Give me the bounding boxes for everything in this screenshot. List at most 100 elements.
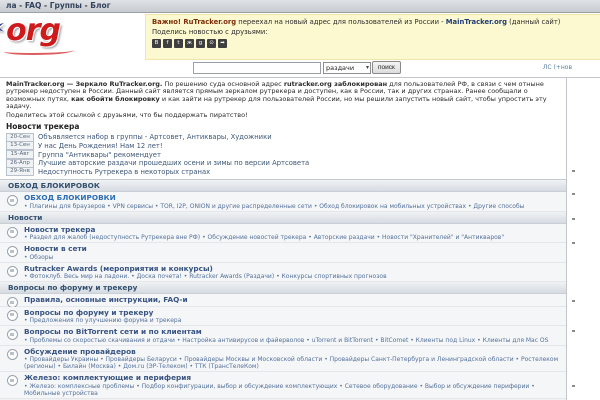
forum-icon: [7, 266, 18, 277]
forum-link[interactable]: Новости трекера: [24, 226, 562, 235]
clipped-stats: [572, 385, 575, 387]
subforum-link[interactable]: Провайдеры Санкт-Петербурга и Ленинградс…: [330, 356, 514, 363]
subforum-link[interactable]: Предложения по улучшению форума и трекер…: [29, 317, 181, 324]
news-link[interactable]: Объявляется набор в группы - Артсовет, А…: [38, 133, 272, 141]
subforum-link[interactable]: Другие способы: [473, 203, 524, 210]
subforum-link[interactable]: Провайдеры Беларуси: [106, 356, 177, 363]
subforum-link[interactable]: Обход блокировок на мобильных устройства…: [319, 203, 466, 210]
social-icons: Вftжg⊙➦: [152, 38, 600, 48]
maintracker-link[interactable]: MainTracker.org: [446, 18, 507, 26]
page-header: ✶org Важно! RuTracker.org переехал на но…: [0, 13, 600, 60]
notice-banner: Важно! RuTracker.org переехал на новый а…: [145, 14, 600, 60]
category-header[interactable]: Новости: [0, 212, 566, 224]
subforum-list: • Предложения по улучшению форума и трек…: [24, 317, 562, 324]
forum-row: Rutracker Awards (мероприятия и конкурсы…: [0, 263, 566, 283]
subforum-link[interactable]: Раздел для жалоб (недоступность Рутрекер…: [29, 234, 200, 241]
subforum-list: • Плагины для браузеров • VPN сервисы • …: [24, 203, 562, 210]
odnoklassniki-icon[interactable]: ⊙: [207, 39, 216, 48]
forum-row: Вопросы по BitTorrent сети и по клиентам…: [0, 326, 566, 346]
subforum-link[interactable]: Дом.ru (ЭР-Телеком): [123, 363, 187, 370]
clipped-stats: [572, 170, 575, 172]
news-link[interactable]: Группа "Антиквары" рекомендует: [38, 151, 161, 159]
nav-link[interactable]: ла: [6, 1, 17, 10]
livejournal-icon[interactable]: ж: [185, 39, 194, 48]
news-link[interactable]: Недоступность Рутрекера в некоторых стра…: [38, 168, 210, 176]
nav-link[interactable]: Группы: [50, 1, 82, 10]
facebook-icon[interactable]: f: [163, 39, 172, 48]
vk-icon[interactable]: В: [152, 39, 161, 48]
google-plus-icon[interactable]: g: [196, 39, 205, 48]
subforum-link[interactable]: Настройка антивирусов и файерволов: [182, 337, 304, 344]
news-date[interactable]: 29-Янв: [6, 167, 34, 176]
forum-link[interactable]: Правила, основные инструкции, FAQ-и: [24, 296, 562, 305]
forum-icon: [7, 329, 18, 340]
news-item: 20-СенОбъявляется набор в группы - Артсо…: [6, 133, 560, 142]
forum-icon: [7, 349, 18, 360]
subforum-link[interactable]: Подбор конфигурации, выбор и обсуждение …: [142, 383, 338, 390]
subforum-link[interactable]: Конкурсы спортивных прогнозов: [282, 273, 387, 280]
subforum-link[interactable]: Провайдеры Москвы и Московской области: [184, 356, 322, 363]
subforum-link[interactable]: TOR, I2P, ONION и другие распределенные …: [160, 203, 312, 210]
subforum-link[interactable]: Доска почета!: [137, 273, 182, 280]
subforum-link[interactable]: Мобильные устройства: [24, 390, 98, 397]
forum-link[interactable]: Обсуждение провайдеров: [24, 348, 562, 357]
forum-row: Железо: комплектующие и периферия• Желез…: [0, 372, 566, 399]
share-icon[interactable]: ➦: [218, 39, 227, 48]
forum-link[interactable]: Rutracker Awards (мероприятия и конкурсы…: [24, 265, 562, 274]
subforum-link[interactable]: Клиенты под Linux: [416, 337, 476, 344]
clipped-stats: [572, 193, 575, 195]
search-input[interactable]: [193, 62, 321, 74]
news-link[interactable]: У нас День Рождения! Нам 12 лет!: [38, 142, 163, 150]
nav-link[interactable]: Блог: [90, 1, 110, 10]
logo-text: org: [6, 13, 60, 48]
subforum-link[interactable]: Билайн (Москва): [63, 363, 116, 370]
subforum-link[interactable]: Новости "Хранителей" и "Антикваров": [382, 234, 504, 241]
subforum-link[interactable]: uTorrent и BitTorrent: [312, 337, 373, 344]
subforum-link[interactable]: VPN сервисы: [113, 203, 153, 210]
notice-important-label: Важно! RuTracker.org: [152, 18, 236, 26]
search-button[interactable]: поиск: [372, 61, 401, 74]
forum-icon: [7, 227, 18, 238]
twitter-icon[interactable]: t: [174, 39, 183, 48]
site-logo[interactable]: ✶org: [0, 13, 136, 57]
subforum-link[interactable]: Клиенты для Mac OS: [483, 337, 549, 344]
forum-link[interactable]: ОБХОД БЛОКИРОВКИ: [24, 194, 562, 203]
subforum-list: • Проблемы со скоростью скачивания и отд…: [24, 337, 562, 344]
news-link[interactable]: Лучшие авторские раздачи прошедших осени…: [38, 159, 309, 167]
forum-link[interactable]: Вопросы по форуму и трекеру: [24, 309, 562, 318]
forum-link[interactable]: Новости в сети: [24, 245, 562, 254]
subforum-link[interactable]: Авторские раздачи: [314, 234, 375, 241]
chevron-down-icon: ▾: [366, 63, 369, 73]
subforum-list: • Железо: комплексные проблемы • Подбор …: [24, 383, 562, 397]
forum-icon: [7, 246, 18, 257]
forum-row: Обсуждение провайдеров• Провайдеры Украи…: [0, 346, 566, 373]
subforum-link[interactable]: Проблемы со скоростью скачивания и отдач…: [29, 337, 174, 344]
category-header[interactable]: ОБХОД БЛОКИРОВОК: [0, 180, 566, 192]
subforum-link[interactable]: Rutracker Awards (Раздачи): [189, 273, 274, 280]
news-list: 20-СенОбъявляется набор в группы - Артсо…: [6, 133, 560, 176]
nav-link[interactable]: FAQ: [25, 1, 41, 10]
subforum-link[interactable]: Обсуждение новостей трекера: [208, 234, 307, 241]
subforum-list: • Фотоклуб. Весь мир на ладони. • Доска …: [24, 273, 562, 280]
clipped-stats: [572, 330, 575, 332]
forum-link[interactable]: Железо: комплектующие и периферия: [24, 374, 562, 383]
subforum-link[interactable]: Обзоры: [29, 254, 53, 261]
subforum-link[interactable]: Плагины для браузеров: [29, 203, 105, 210]
search-scope-select[interactable]: раздачи▾: [323, 62, 371, 74]
subforum-link[interactable]: Выбор и обсуждение периферии: [425, 383, 529, 390]
subforum-link[interactable]: ТТК (ТрансТелеКом): [195, 363, 259, 370]
clipped-stats: [572, 300, 575, 302]
forum-row: Новости в сети• Обзоры: [0, 243, 566, 263]
subforum-link[interactable]: Провайдеры Украины: [29, 356, 98, 363]
category-header[interactable]: Вопросы по форуму и трекеру: [0, 282, 566, 294]
subforum-link[interactable]: Фотоклуб. Весь мир на ладони.: [29, 273, 129, 280]
forum-link[interactable]: Вопросы по BitTorrent сети и по клиентам: [24, 328, 562, 337]
subforum-link[interactable]: Железо: комплексные проблемы: [29, 383, 134, 390]
intro-text: MainTracker.org — Зеркало RuTracker.org.…: [0, 78, 566, 112]
subforum-link[interactable]: Сетевое оборудование: [345, 383, 418, 390]
notice-text: переехал на новый адрес для пользователе…: [236, 18, 446, 26]
private-messages-link[interactable]: ЛС (+нов: [543, 64, 572, 71]
subforum-link[interactable]: BitComet: [380, 337, 408, 344]
forum-index: ОБХОД БЛОКИРОВОК ОБХОД БЛОКИРОВКИ• Плагин…: [0, 179, 566, 400]
clipped-stats: [572, 242, 575, 244]
